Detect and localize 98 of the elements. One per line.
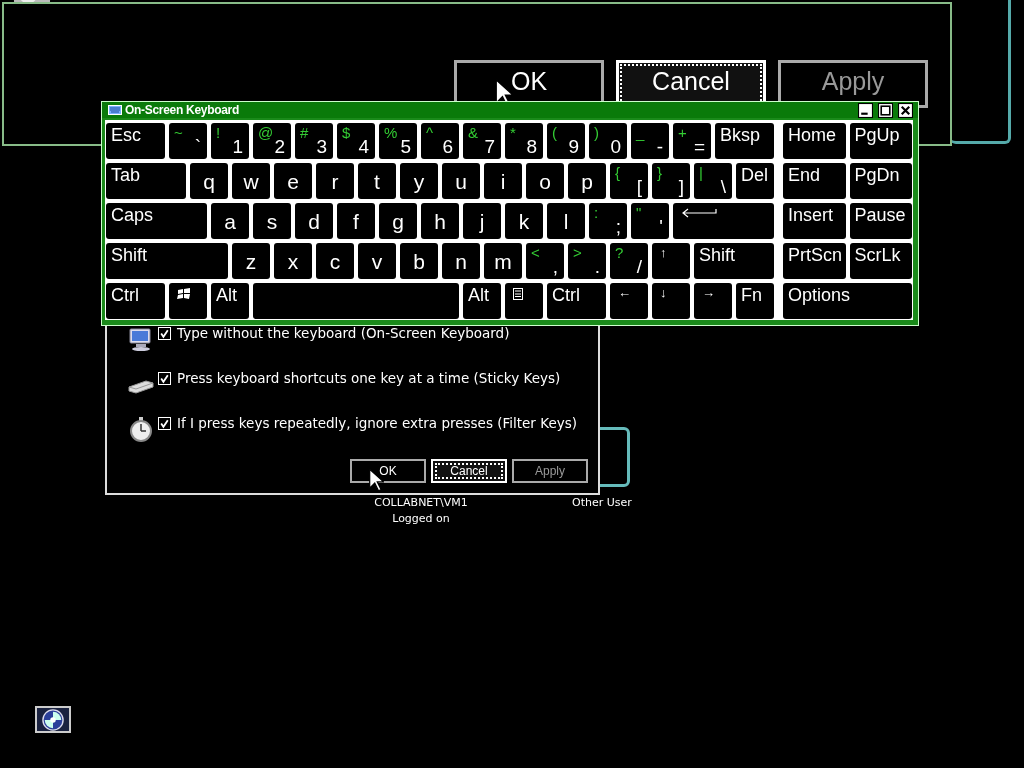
key[interactable]: y (400, 163, 438, 199)
key[interactable]: > . (568, 243, 606, 279)
key[interactable]: Home (783, 123, 846, 159)
key[interactable]: PgUp (849, 123, 912, 159)
key[interactable]: f (337, 203, 375, 239)
dialog-button[interactable]: Cancel (431, 459, 507, 483)
key[interactable]: r (316, 163, 354, 199)
key[interactable]: d (295, 203, 333, 239)
key[interactable]: | \ (694, 163, 732, 199)
monitor-icon (128, 326, 154, 352)
key[interactable]: Alt (463, 283, 501, 319)
key[interactable]: Shift (106, 243, 228, 279)
key[interactable]: Alt (211, 283, 249, 319)
option-label: If I press keys repeatedly, ignore extra presses (Filter Keys) (177, 415, 577, 432)
key[interactable]: Insert (783, 203, 846, 239)
key[interactable]: ? / (610, 243, 648, 279)
checkbox[interactable] (158, 417, 171, 430)
key[interactable]: l (547, 203, 585, 239)
dialog-button[interactable]: OK (350, 459, 426, 483)
key[interactable]: Options (783, 283, 912, 319)
ease-of-access-button[interactable] (35, 706, 71, 733)
key[interactable]: Tab (106, 163, 186, 199)
key[interactable]: i (484, 163, 522, 199)
key[interactable]: " ' (631, 203, 669, 239)
key[interactable]: < , (526, 243, 564, 279)
key[interactable]: e (274, 163, 312, 199)
menu-key[interactable] (505, 283, 543, 319)
key[interactable]: ^ 6 (421, 123, 459, 159)
enter-key[interactable] (673, 203, 774, 239)
key[interactable]: @ 2 (253, 123, 291, 159)
key[interactable]: + = (673, 123, 711, 159)
key[interactable]: Caps (106, 203, 207, 239)
checkbox[interactable] (158, 372, 171, 385)
window-title: On-Screen Keyboard (125, 103, 239, 117)
key[interactable]: { [ (610, 163, 648, 199)
key[interactable]: % 5 (379, 123, 417, 159)
key[interactable]: b (400, 243, 438, 279)
key[interactable]: u (442, 163, 480, 199)
key[interactable]: ( 9 (547, 123, 585, 159)
key[interactable]: c (316, 243, 354, 279)
user-name: COLLABNET\VM1 (374, 495, 468, 511)
key[interactable]: ~ ` (169, 123, 207, 159)
key[interactable]: PgDn (849, 163, 912, 199)
key[interactable]: Bksp (715, 123, 774, 159)
key[interactable]: n (442, 243, 480, 279)
key[interactable]: End (783, 163, 846, 199)
option-label: Press keyboard shortcuts one key at a time (Sticky Keys) (177, 370, 561, 387)
key[interactable]: # 3 (295, 123, 333, 159)
user-name: Other User (572, 495, 632, 511)
key[interactable]: x (274, 243, 312, 279)
key[interactable]: * 8 (505, 123, 543, 159)
key[interactable]: } ] (652, 163, 690, 199)
key[interactable]: s (253, 203, 291, 239)
key[interactable]: q (190, 163, 228, 199)
key[interactable]: g (379, 203, 417, 239)
arrow-key[interactable]: ↓ (652, 283, 690, 319)
key[interactable]: $ 4 (337, 123, 375, 159)
key[interactable]: t (358, 163, 396, 199)
key[interactable]: a (211, 203, 249, 239)
windows-key[interactable] (169, 283, 207, 319)
key[interactable]: Fn (736, 283, 774, 319)
key[interactable]: m (484, 243, 522, 279)
checkbox[interactable] (158, 327, 171, 340)
key[interactable]: Shift (694, 243, 774, 279)
key[interactable]: v (358, 243, 396, 279)
key[interactable]: z (232, 243, 270, 279)
key[interactable]: & 7 (463, 123, 501, 159)
key[interactable]: ! 1 (211, 123, 249, 159)
key[interactable]: k (505, 203, 543, 239)
ease-of-access-icon (42, 708, 64, 731)
key[interactable]: Pause (849, 203, 912, 239)
windows-logo-icon (177, 288, 191, 300)
key[interactable]: PrtScn (783, 243, 846, 279)
menu-icon (513, 288, 523, 300)
arrow-key[interactable]: ↑ (652, 243, 690, 279)
user-status: Logged on (392, 511, 450, 527)
option-label: Type without the keyboard (On-Screen Keyboard) (177, 325, 510, 342)
close-icon[interactable] (898, 102, 913, 118)
key[interactable]: ) 0 (589, 123, 627, 159)
arrow-key[interactable]: ← (610, 283, 648, 319)
key[interactable]: Del (736, 163, 774, 199)
key[interactable]: o (526, 163, 564, 199)
key[interactable]: ScrLk (849, 243, 912, 279)
key[interactable]: Esc (106, 123, 165, 159)
stopwatch-icon (128, 416, 154, 442)
arrow-key[interactable]: → (694, 283, 732, 319)
key[interactable]: Ctrl (547, 283, 606, 319)
minimize-icon[interactable] (858, 102, 873, 118)
enter-arrow-icon (681, 208, 717, 218)
key[interactable]: p (568, 163, 606, 199)
maximize-icon[interactable] (878, 102, 893, 118)
key[interactable]: w (232, 163, 270, 199)
key[interactable]: h (421, 203, 459, 239)
key[interactable]: _ - (631, 123, 669, 159)
key[interactable]: j (463, 203, 501, 239)
keyboard-icon (108, 105, 122, 115)
key[interactable]: Ctrl (106, 283, 165, 319)
key[interactable]: : ; (589, 203, 627, 239)
